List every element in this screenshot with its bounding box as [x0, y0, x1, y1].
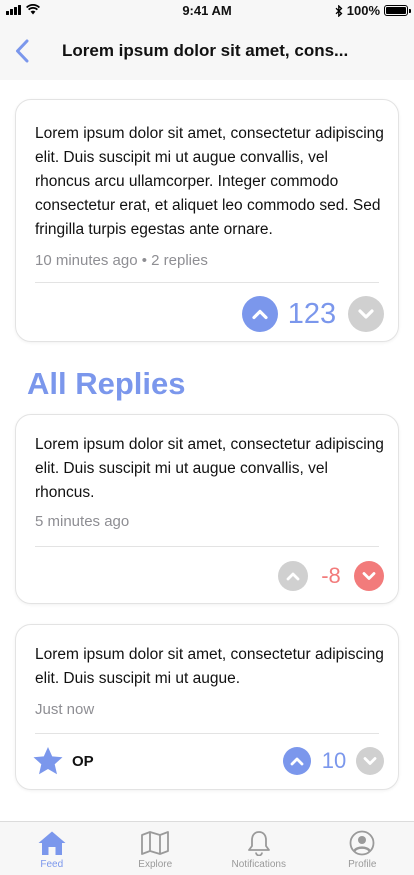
tab-notifications[interactable]: Notifications	[207, 822, 311, 875]
op-label: OP	[72, 752, 94, 770]
reply-card: Lorem ipsum dolor sit amet, consectetur …	[15, 414, 399, 604]
tab-bar: Feed Explore Notifications Profile	[0, 821, 414, 875]
downvote-button[interactable]	[356, 747, 384, 775]
replies-heading: All Replies	[27, 366, 186, 401]
reply-card: Lorem ipsum dolor sit amet, consectetur …	[15, 624, 399, 790]
upvote-button[interactable]	[283, 747, 311, 775]
home-icon	[38, 831, 66, 855]
tab-label: Feed	[40, 859, 64, 870]
tab-explore[interactable]: Explore	[104, 822, 208, 875]
battery-icon	[384, 5, 411, 16]
post-vote-group: 123	[242, 296, 384, 332]
chevron-up-icon	[252, 309, 268, 320]
reply-score: 10	[321, 748, 347, 773]
reply-vote-group: -8	[278, 561, 384, 591]
star-icon	[33, 747, 63, 775]
post-meta: 10 minutes ago • 2 replies	[35, 252, 208, 269]
chevron-down-icon	[358, 309, 374, 319]
reply-score: -8	[321, 563, 341, 588]
downvote-button[interactable]	[354, 561, 384, 591]
tab-label: Notifications	[231, 859, 286, 870]
upvote-button[interactable]	[242, 296, 278, 332]
reply-meta: Just now	[35, 701, 95, 718]
status-bar: 9:41 AM 100%	[0, 0, 414, 22]
chevron-down-icon	[362, 572, 376, 580]
downvote-button[interactable]	[348, 296, 384, 332]
page-title: Lorem ipsum dolor sit amet, cons...	[62, 41, 349, 60]
nav-bar: Lorem ipsum dolor sit amet, cons...	[0, 22, 414, 80]
tab-label: Explore	[138, 859, 173, 870]
bell-icon	[247, 831, 270, 856]
chevron-up-icon	[286, 572, 300, 581]
post-card: Lorem ipsum dolor sit amet, consectetur …	[15, 99, 399, 342]
reply-body: Lorem ipsum dolor sit amet, consectetur …	[35, 436, 384, 501]
chevron-left-icon	[16, 39, 29, 63]
tab-feed[interactable]: Feed	[0, 822, 104, 875]
op-badge: OP	[32, 746, 94, 776]
bluetooth-icon	[335, 4, 343, 17]
back-button[interactable]	[8, 36, 36, 66]
post-body: Lorem ipsum dolor sit amet, consectetur …	[35, 125, 384, 238]
divider	[35, 733, 379, 734]
tab-profile[interactable]: Profile	[311, 822, 414, 875]
map-icon	[141, 831, 170, 855]
tab-label: Profile	[348, 859, 377, 870]
battery-percent: 100%	[346, 3, 380, 18]
chevron-down-icon	[363, 757, 377, 765]
upvote-button[interactable]	[278, 561, 308, 591]
divider	[35, 546, 379, 547]
post-score: 123	[287, 297, 337, 330]
reply-meta: 5 minutes ago	[35, 513, 130, 530]
chevron-up-icon	[290, 757, 304, 766]
status-right: 100%	[335, 3, 411, 18]
reply-body: Lorem ipsum dolor sit amet, consectetur …	[35, 646, 384, 687]
divider	[35, 282, 379, 283]
reply-vote-group: 10	[283, 747, 384, 775]
user-circle-icon	[349, 830, 375, 856]
